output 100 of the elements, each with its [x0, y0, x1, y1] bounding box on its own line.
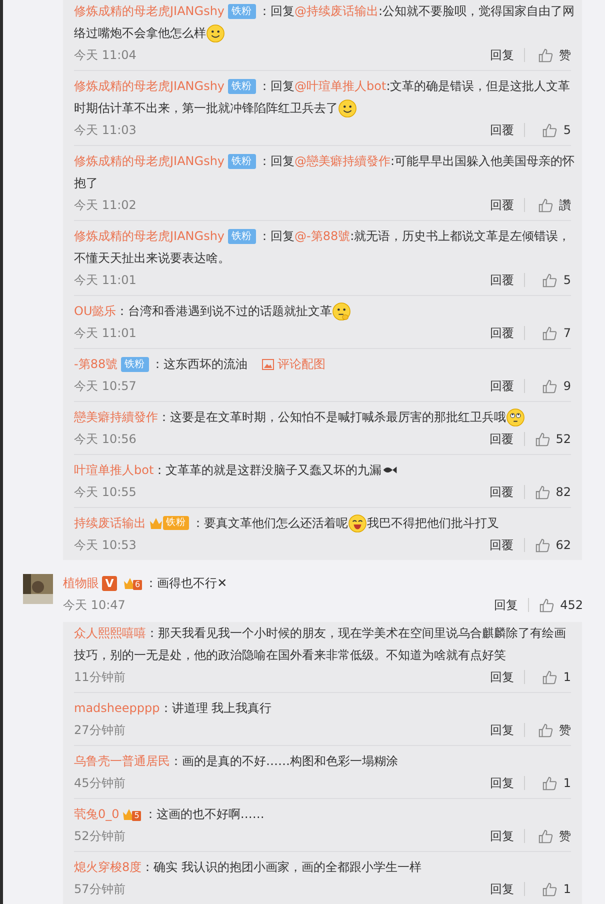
fan-badge: 铁粉	[228, 228, 256, 244]
fish-icon	[382, 465, 398, 475]
eye-roll-emoji-icon	[506, 408, 525, 426]
comment-text: 抱了	[74, 174, 98, 192]
reply-link[interactable]: 回覆	[490, 198, 525, 212]
smiley-icon	[338, 98, 357, 118]
reply-link[interactable]: 回覆	[490, 273, 525, 287]
thumbs-up-icon	[542, 326, 558, 340]
like-button[interactable]: 赞	[525, 722, 571, 738]
thumbs-up-icon	[538, 198, 553, 212]
thumbs-up-icon	[542, 272, 558, 288]
timestamp: 今天 10:47	[63, 596, 126, 614]
timestamp: 今天 11:02	[74, 196, 138, 214]
thumbs-up-icon	[539, 598, 554, 612]
thumbs-up-icon	[542, 122, 558, 138]
reply-link[interactable]: 回复	[490, 776, 525, 790]
comment-text: :文革的确是错误，但是这批人文革	[386, 78, 570, 94]
reply-link[interactable]: 回复	[490, 48, 525, 62]
like-button[interactable]: 452	[529, 598, 583, 612]
timestamp: 今天 11:04	[74, 46, 138, 64]
colon: ：	[154, 462, 166, 478]
reply-link[interactable]: 回覆	[490, 326, 525, 340]
fan-badge: 铁粉	[228, 154, 256, 168]
colon: ：	[152, 356, 164, 372]
thinking-emoji-icon	[332, 302, 352, 320]
timestamp: 今天 10:53	[74, 536, 138, 554]
thumbs-up-icon	[542, 882, 558, 896]
like-button[interactable]: 1	[525, 776, 571, 790]
level-badge: 5	[132, 810, 142, 820]
image-icon	[262, 358, 274, 370]
like-button[interactable]: 62	[524, 538, 571, 552]
like-button[interactable]: 9	[525, 378, 571, 394]
colon: ：	[258, 78, 271, 94]
colon: ：	[258, 228, 271, 244]
timestamp: 27分钟前	[74, 722, 126, 738]
reply-link[interactable]: 回复	[490, 882, 525, 896]
colon: ：	[258, 2, 271, 20]
comment-text: 回复	[270, 152, 295, 170]
reply-link[interactable]: 回覆	[490, 538, 525, 552]
comment-text: 时期估计革不出来，第一批就冲锋陷阵红卫兵去了	[74, 100, 338, 116]
colon: ：	[146, 624, 158, 642]
colon: ：	[158, 408, 170, 426]
comment-text: 确实 我认识的抱团小画家，画的全都跟小学生一样	[154, 858, 422, 876]
thumbs-up-icon	[534, 484, 550, 500]
reply-link[interactable]: 回复	[490, 723, 525, 737]
like-button[interactable]: 82	[524, 484, 571, 500]
timestamp: 今天 10:55	[74, 484, 138, 500]
reply-link[interactable]: 回复	[490, 670, 525, 684]
reply-link[interactable]: 回覆	[490, 432, 525, 446]
like-button[interactable]: 5	[525, 272, 571, 288]
timestamp: 今天 11:03	[74, 122, 138, 138]
colon: ：	[144, 806, 156, 822]
like-button[interactable]: 赞	[525, 46, 571, 64]
timestamp: 今天 11:01	[74, 324, 138, 342]
comment-text: 要真文革他们怎么还活着呢	[204, 514, 348, 532]
like-button[interactable]: 52	[524, 432, 571, 446]
comment-text: 讲道理 我上我真行	[172, 700, 272, 716]
like-button[interactable]: 1	[525, 670, 571, 684]
comment-text: 画得也不行✕	[157, 574, 228, 592]
like-button[interactable]: 赞	[525, 828, 571, 844]
laughing-emoji-icon	[348, 514, 367, 532]
level-badge: 6	[133, 580, 142, 590]
comment-text: 络过嘴炮不会拿他怎么样	[74, 24, 206, 42]
colon: ：	[192, 514, 204, 532]
thumbs-up-icon	[542, 776, 558, 790]
comment-text: 这画的也不好啊……	[156, 806, 264, 822]
colon: ：	[258, 152, 271, 170]
comment-text: 这东西坏的流油	[164, 356, 248, 372]
reply-link[interactable]: 回覆	[490, 123, 525, 137]
colon: ：	[142, 858, 154, 876]
colon: ：	[170, 752, 182, 770]
colon: ：	[116, 302, 128, 320]
like-button[interactable]: 7	[525, 326, 571, 340]
like-button[interactable]: 讚	[525, 196, 571, 214]
timestamp: 45分钟前	[74, 774, 126, 792]
reply-link[interactable]: 回复	[494, 598, 530, 612]
comment-text: 不懂天天扯出来说要表达啥。	[74, 250, 230, 266]
comment-text: 回复	[270, 78, 295, 94]
comment-text: 这要是在文革时期，公知怕不是喊打喊杀最厉害的那批红卫兵哦	[170, 408, 506, 426]
timestamp: 今天 11:01	[74, 272, 138, 288]
verified-badge: V	[102, 576, 117, 590]
timestamp: 今天 10:57	[74, 378, 138, 394]
like-button[interactable]: 1	[525, 882, 571, 896]
comment-text: 画的是真的不好……构图和色彩一塌糊涂	[182, 752, 398, 770]
reply-link[interactable]: 回复	[490, 829, 525, 843]
comment-text: 文革革的就是这群没脑子又蠢又坏的九漏	[166, 462, 382, 478]
timestamp: 52分钟前	[74, 828, 126, 844]
fan-badge: 铁粉	[120, 356, 149, 372]
fan-badge: 铁粉	[228, 4, 256, 18]
reply-link[interactable]: 回覆	[490, 485, 525, 499]
colon: ：	[145, 574, 158, 592]
like-button[interactable]: 5	[525, 122, 571, 138]
thumbs-up-icon	[538, 48, 553, 62]
crown-icon	[149, 516, 163, 530]
reply-link[interactable]: 回覆	[490, 379, 525, 393]
thumbs-up-icon	[542, 670, 558, 684]
comment-text: :公知就不要脸呗，觉得国家自由了网	[378, 2, 575, 20]
comment-text: 那天我看见我一个小时候的朋友，现在学美术在空间里说乌合麒麟除了有绘画	[158, 624, 566, 642]
comment-text: 回复	[270, 2, 295, 20]
comment-text: 我巴不得把他们批斗打叉	[367, 514, 499, 532]
